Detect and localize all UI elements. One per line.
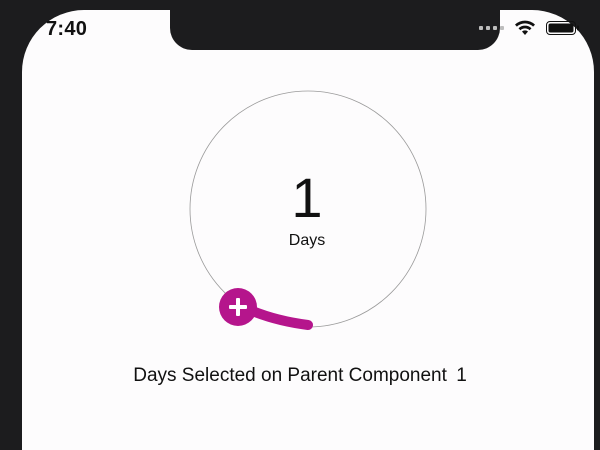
summary-value: 1 [456,365,467,386]
dial-unit-label: Days [288,232,326,249]
summary-label: Days Selected on Parent Component [133,365,447,386]
dial-value: 1 [291,166,323,229]
summary-text: Days Selected on Parent Component 1 [0,365,600,387]
dial-handle[interactable] [219,288,257,326]
